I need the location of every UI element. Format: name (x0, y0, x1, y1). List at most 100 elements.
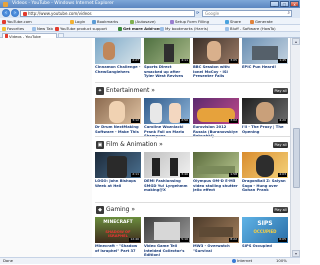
favorites-item-bluff[interactable]: Bluff - Software (HowTo) (225, 25, 276, 32)
video-card[interactable]: SIPS OCCUPIED 6:05 SIPS Occupied (242, 217, 288, 249)
video-thumbnail[interactable]: 4:03 (242, 152, 288, 178)
video-duration: 3:02 (229, 118, 238, 123)
video-card[interactable]: 2:50 Caroline Wozniacki Prank Fail on Ma… (144, 98, 190, 139)
video-card[interactable]: 3:02 Eurovision 2012 Russia (Buranovskiy… (193, 98, 239, 139)
video-thumbnail[interactable]: 3:02 (193, 98, 239, 124)
video-title[interactable]: Olympus OM-D E-M5 video stalling shutter… (193, 179, 239, 193)
video-card[interactable]: 1:45 EPIC Pun Heard! (242, 38, 288, 70)
toolbar-item-autosave[interactable]: (Autosave) (130, 18, 156, 25)
video-thumbnail[interactable]: 5:10 (144, 217, 190, 243)
scroll-down-icon[interactable]: ▾ (292, 250, 300, 257)
video-card[interactable]: 8:22 MW3 - Overwatch "Survival (193, 217, 239, 253)
video-card[interactable]: 2:27 Cinnamon Challenge - ChewSanglehers (95, 38, 141, 74)
video-title[interactable]: Dr Drum NextMaking Software - Make This (95, 125, 141, 134)
scroll-up-icon[interactable]: ▴ (292, 38, 300, 45)
video-title[interactable]: EPIC Pun Heard! (242, 65, 288, 70)
refresh-icon[interactable]: ⟳ (196, 10, 199, 15)
video-title[interactable]: Cinnamon Challenge - ChewSanglehers (95, 65, 141, 74)
video-title[interactable]: LOGO: John Bishops Week at Hell (95, 179, 141, 188)
favorites-button[interactable]: Favorites (2, 25, 24, 32)
thumbnail-text: MINECRAFT (103, 220, 133, 225)
video-card[interactable]: 4:11 Sports Direct smacked up after Tyle… (144, 38, 190, 79)
youtube-icon (55, 26, 59, 31)
address-input[interactable]: http://www.youtube.com/videos (20, 9, 195, 17)
generate-icon (250, 19, 254, 24)
page-icon (225, 26, 229, 31)
search-placeholder: Google (205, 10, 220, 16)
favorites-bar: Favorites New Tab YouTube product suppor… (0, 25, 300, 32)
toolbar-item-login[interactable]: Login (70, 18, 85, 25)
page-icon (32, 26, 36, 31)
window-title-bar: Videos - YouTube - Windows Internet Expl… (0, 0, 300, 8)
toolbar-item-generate[interactable]: Generate (250, 18, 273, 25)
forward-icon[interactable]: › (11, 9, 19, 17)
vertical-scrollbar[interactable]: ▴ ▾ (290, 38, 300, 257)
video-card[interactable]: 3:12 Dr Drum NextMaking Software - Make … (95, 98, 141, 134)
search-icon[interactable]: ⌕ (287, 11, 290, 18)
video-card[interactable]: 1:58 Olympus OM-D E-M5 video stalling sh… (193, 152, 239, 193)
video-thumbnail[interactable]: 4:11 (144, 38, 190, 64)
video-title[interactable]: Video Game Tell Intelded Collector's Edi… (144, 244, 190, 257)
minimize-button[interactable]: _ (270, 1, 279, 7)
video-thumbnail[interactable]: 3:40 (144, 152, 190, 178)
video-thumbnail[interactable]: 1:58 (193, 152, 239, 178)
video-duration: 8:22 (229, 237, 238, 242)
entertainment-icon: ✦ (96, 87, 104, 95)
video-title[interactable]: Sports Direct smacked up after Tyler Wes… (144, 65, 190, 79)
favorites-item-mybookmarks[interactable]: My bookmarks (Harris) (160, 25, 208, 32)
section-title[interactable]: Entertainment » (106, 87, 155, 95)
video-duration: 2:11 (131, 172, 140, 177)
video-card[interactable]: 3:40 DEMI FashionsIng SMGD Yu! Lyrgehmm … (144, 152, 190, 193)
section-header-gaming: ◆ Gaming » Play all (95, 205, 290, 215)
video-title[interactable]: SIPS Occupied (242, 244, 288, 249)
section-title[interactable]: Film & Animation » (106, 141, 163, 149)
ie-icon (3, 1, 8, 7)
video-duration: 5:10 (180, 237, 189, 242)
video-card[interactable]: 4:03 DragonBall Z: Saiyan Saga - Hung ov… (242, 152, 288, 193)
video-thumbnail[interactable]: 2:50 (144, 98, 190, 124)
play-all-button[interactable]: Play all (273, 142, 288, 148)
video-card[interactable]: 5:10 Video Game Tell Intelded Collector'… (144, 217, 190, 257)
video-thumbnail[interactable]: 8:22 (193, 217, 239, 243)
toolbar-item-youtube[interactable]: YouTube.com (2, 18, 32, 25)
video-thumbnail[interactable]: 1:45 (242, 38, 288, 64)
section-divider (95, 82, 290, 83)
video-title[interactable]: I'll - The Proxy | The Opening (242, 125, 288, 134)
video-title[interactable]: MW3 - Overwatch "Survival (193, 244, 239, 253)
video-thumbnail[interactable]: 4:20 (242, 98, 288, 124)
thumbnail-text: OCCUPIED (253, 229, 277, 234)
video-card[interactable]: 4:20 I'll - The Proxy | The Opening (242, 98, 288, 134)
video-card[interactable]: 2:11 LOGO: John Bishops Week at Hell (95, 152, 141, 188)
video-thumbnail[interactable]: SIPS OCCUPIED 6:05 (242, 217, 288, 243)
search-input[interactable]: Google ⌕ (202, 9, 292, 18)
video-thumbnail[interactable]: 2:11 (95, 152, 141, 178)
toolbar-item-share[interactable]: Share (225, 18, 241, 25)
video-thumbnail[interactable]: 3:12 (95, 98, 141, 124)
favorites-item-newtab[interactable]: New Tab (32, 25, 53, 32)
video-duration: 2:27 (131, 58, 140, 63)
maximize-button[interactable]: □ (280, 1, 289, 7)
video-title[interactable]: DEMI FashionsIng SMGD Yu! Lyrgehmm makin… (144, 179, 190, 193)
video-title[interactable]: DragonBall Z: Saiyan Saga - Hung over Go… (242, 179, 288, 193)
back-icon[interactable]: ‹ (2, 9, 10, 17)
section-title[interactable]: Gaming » (106, 206, 135, 214)
toolbar-item-formfill[interactable]: Setup Form Filling (170, 18, 209, 25)
video-thumbnail[interactable]: 2:27 (95, 38, 141, 64)
window-title: Videos - YouTube - Windows Internet Expl… (12, 1, 114, 6)
video-thumbnail[interactable]: 3:05 (193, 38, 239, 64)
video-thumbnail[interactable]: MINECRAFT SHADOW OF ISRAPHEL 12:40 (95, 217, 141, 243)
video-card[interactable]: MINECRAFT SHADOW OF ISRAPHEL 12:40 Minec… (95, 217, 141, 253)
section-header-entertainment: ✦ Entertainment » Play all (95, 86, 290, 96)
close-button[interactable]: x (290, 1, 299, 7)
addon-icon (118, 26, 122, 31)
toolbar-item-bookmarks[interactable]: Bookmarks (92, 18, 118, 25)
scroll-thumb[interactable] (292, 128, 300, 188)
favorites-item-addons[interactable]: Get more Add-ons (118, 25, 162, 32)
favorites-item-support[interactable]: YouTube product support (55, 25, 107, 32)
status-bar: Done Internet 100% (0, 257, 300, 264)
video-title[interactable]: Minecraft - "Shadow of Israphel" Part 37 (95, 244, 141, 253)
play-all-button[interactable]: Play all (273, 88, 288, 94)
video-title[interactable]: BBC Session with: Ionel MoCoy - ISI Pres… (193, 65, 239, 79)
video-card[interactable]: 3:05 BBC Session with: Ionel MoCoy - ISI… (193, 38, 239, 79)
play-all-button[interactable]: Play all (273, 207, 288, 213)
